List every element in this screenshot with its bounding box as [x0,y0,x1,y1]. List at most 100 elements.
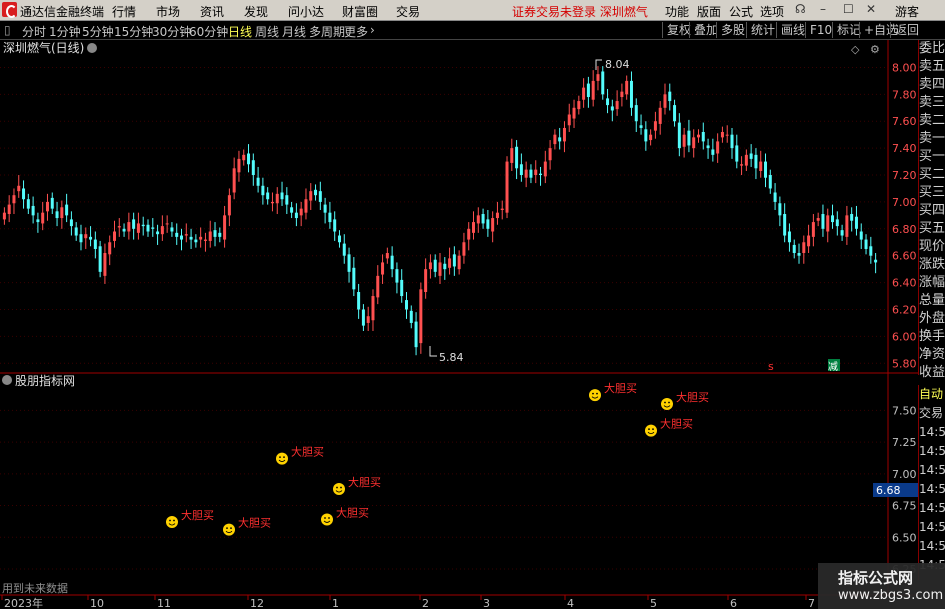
period-week[interactable]: 周线 [255,23,279,40]
menu-shichang[interactable]: 市场 [156,3,180,20]
candle-body [711,149,715,155]
candle-body [601,71,605,95]
menu-gongshi[interactable]: 公式 [729,3,753,20]
signal-label: 大胆买 [336,505,369,519]
candle-body [677,122,681,149]
candle-body [625,80,629,95]
candle-body [357,292,361,310]
candle-body [634,105,638,122]
candle-body [567,114,571,126]
quote-field-label: 收益 [919,365,945,380]
headset-icon[interactable]: ☊ [795,2,806,16]
future-data-note: 用到未来数据 [2,581,68,595]
candle-body [65,204,69,216]
menu-hangqing[interactable]: 行情 [112,3,136,20]
candle-body [117,226,121,228]
period-60min[interactable]: 60分钟 [189,23,228,40]
indicator-tick-label: 6.75 [892,500,917,513]
period-month[interactable]: 月线 [282,23,306,40]
minimize-icon[interactable]: – [820,2,826,16]
candle-body [328,212,332,223]
menu-zixun[interactable]: 资讯 [200,3,224,20]
candle-body [189,236,193,240]
kline-chart[interactable]: 8.00 7.80 7.60 7.40 7.20 7.00 6.80 6.60 6.40 6.20… [0,40,945,609]
candle-body [472,222,476,233]
chart-options-icon[interactable] [87,43,97,53]
smile-icon [645,424,657,437]
candle-body [22,188,26,200]
smile-eye [226,527,228,530]
menu-caifuquan[interactable]: 财富圈 [342,3,378,20]
smile-icon [166,516,178,529]
period-5min[interactable]: 5分钟 [82,23,114,40]
candle-body [835,219,839,227]
candle-body [31,205,35,216]
gear-icon[interactable]: ⚙ [870,43,880,56]
period-day[interactable]: 日线 [228,23,252,40]
candle-body [467,228,471,240]
menu-xuanxiang[interactable]: 选项 [760,3,784,20]
chevron-right-icon[interactable]: › [370,23,375,37]
candle-body [615,101,619,110]
maximize-icon[interactable]: ☐ [843,2,854,16]
period-1min[interactable]: 1分钟 [49,23,81,40]
candle-body [36,219,40,223]
candle-body [165,223,169,225]
candle-body [562,127,566,142]
candle-body [12,195,16,204]
candle-body [476,215,480,224]
menu-jiaoyi[interactable]: 交易 [396,3,420,20]
tool-biaoji[interactable]: 标记 [832,22,861,38]
period-fenshi[interactable]: 分时 [22,23,46,40]
candle-body [773,192,777,202]
menu-wenxiaoda[interactable]: 问小达 [288,3,324,20]
candle-body [783,214,787,236]
close-icon[interactable]: ✕ [866,2,876,16]
period-multi[interactable]: 多周期 [309,23,345,40]
trade-login-notice[interactable]: 证券交易未登录 深圳燃气 [512,3,648,20]
price-tick-label: 8.00 [892,61,917,74]
signal-label: 大胆买 [348,475,381,489]
tool-back[interactable]: 返回 [890,22,919,38]
candle-body [218,232,222,237]
candle-body [419,289,423,344]
period-more[interactable]: 更多 [344,23,368,40]
smile-icon [223,523,235,536]
candle-body [452,254,456,267]
candle-body [347,254,351,272]
quote-field-label: 换手 [919,329,945,344]
candle-body [787,231,791,243]
smile-eye [596,392,598,395]
menu-gongneng[interactable]: 功能 [665,3,689,20]
indicator-options-icon[interactable] [2,375,12,385]
tool-huaxian[interactable]: 画线 [776,22,805,38]
indicator-title: 股朋指标网 [15,373,75,388]
smile-icon [333,483,345,496]
price-tick-label: 7.80 [892,88,917,101]
sidebar-toggle-icon[interactable]: ▯ [4,23,11,37]
candle-body [610,106,614,111]
period-15min[interactable]: 15分钟 [114,23,153,40]
period-30min[interactable]: 30分钟 [152,23,191,40]
candle-body [409,310,413,323]
candle-body [673,105,677,122]
tool-fuquan[interactable]: 复权 [662,22,691,38]
quote-field-label: 委比 [919,41,945,56]
candle-body [309,191,313,201]
candle-body [864,239,868,249]
tool-f10[interactable]: F10 [805,22,832,38]
user-label[interactable]: 游客 [895,3,919,20]
tool-diejia[interactable]: 叠加 [689,22,718,38]
auto-trade-toggle[interactable]: 自动 [919,385,945,404]
smile-eye [648,428,650,431]
quote-field-label: 净资 [919,347,945,362]
tool-tongji[interactable]: 统计 [746,22,775,38]
diamond-icon[interactable]: ◇ [851,43,860,56]
trade-row: 交易 [919,406,944,420]
candle-body [79,234,83,243]
candle-body [524,169,528,178]
menu-faxian[interactable]: 发现 [244,3,268,20]
menu-banmian[interactable]: 版面 [697,3,721,20]
tool-duogu[interactable]: 多股 [716,22,745,38]
candle-body [668,91,672,102]
